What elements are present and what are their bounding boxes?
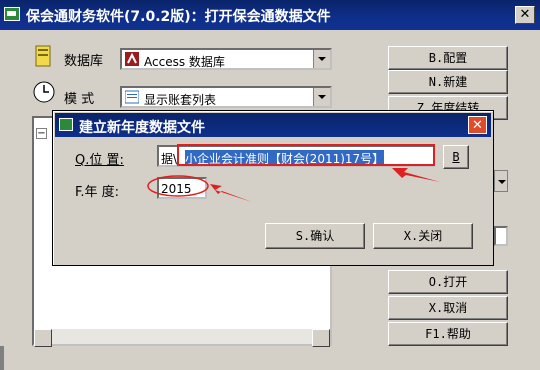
annotation-overlay	[147, 168, 440, 202]
location-arrow-icon	[392, 168, 440, 182]
window-edge	[0, 346, 4, 370]
year-arrow-icon	[210, 184, 252, 202]
year-highlight-ellipse	[147, 175, 209, 197]
